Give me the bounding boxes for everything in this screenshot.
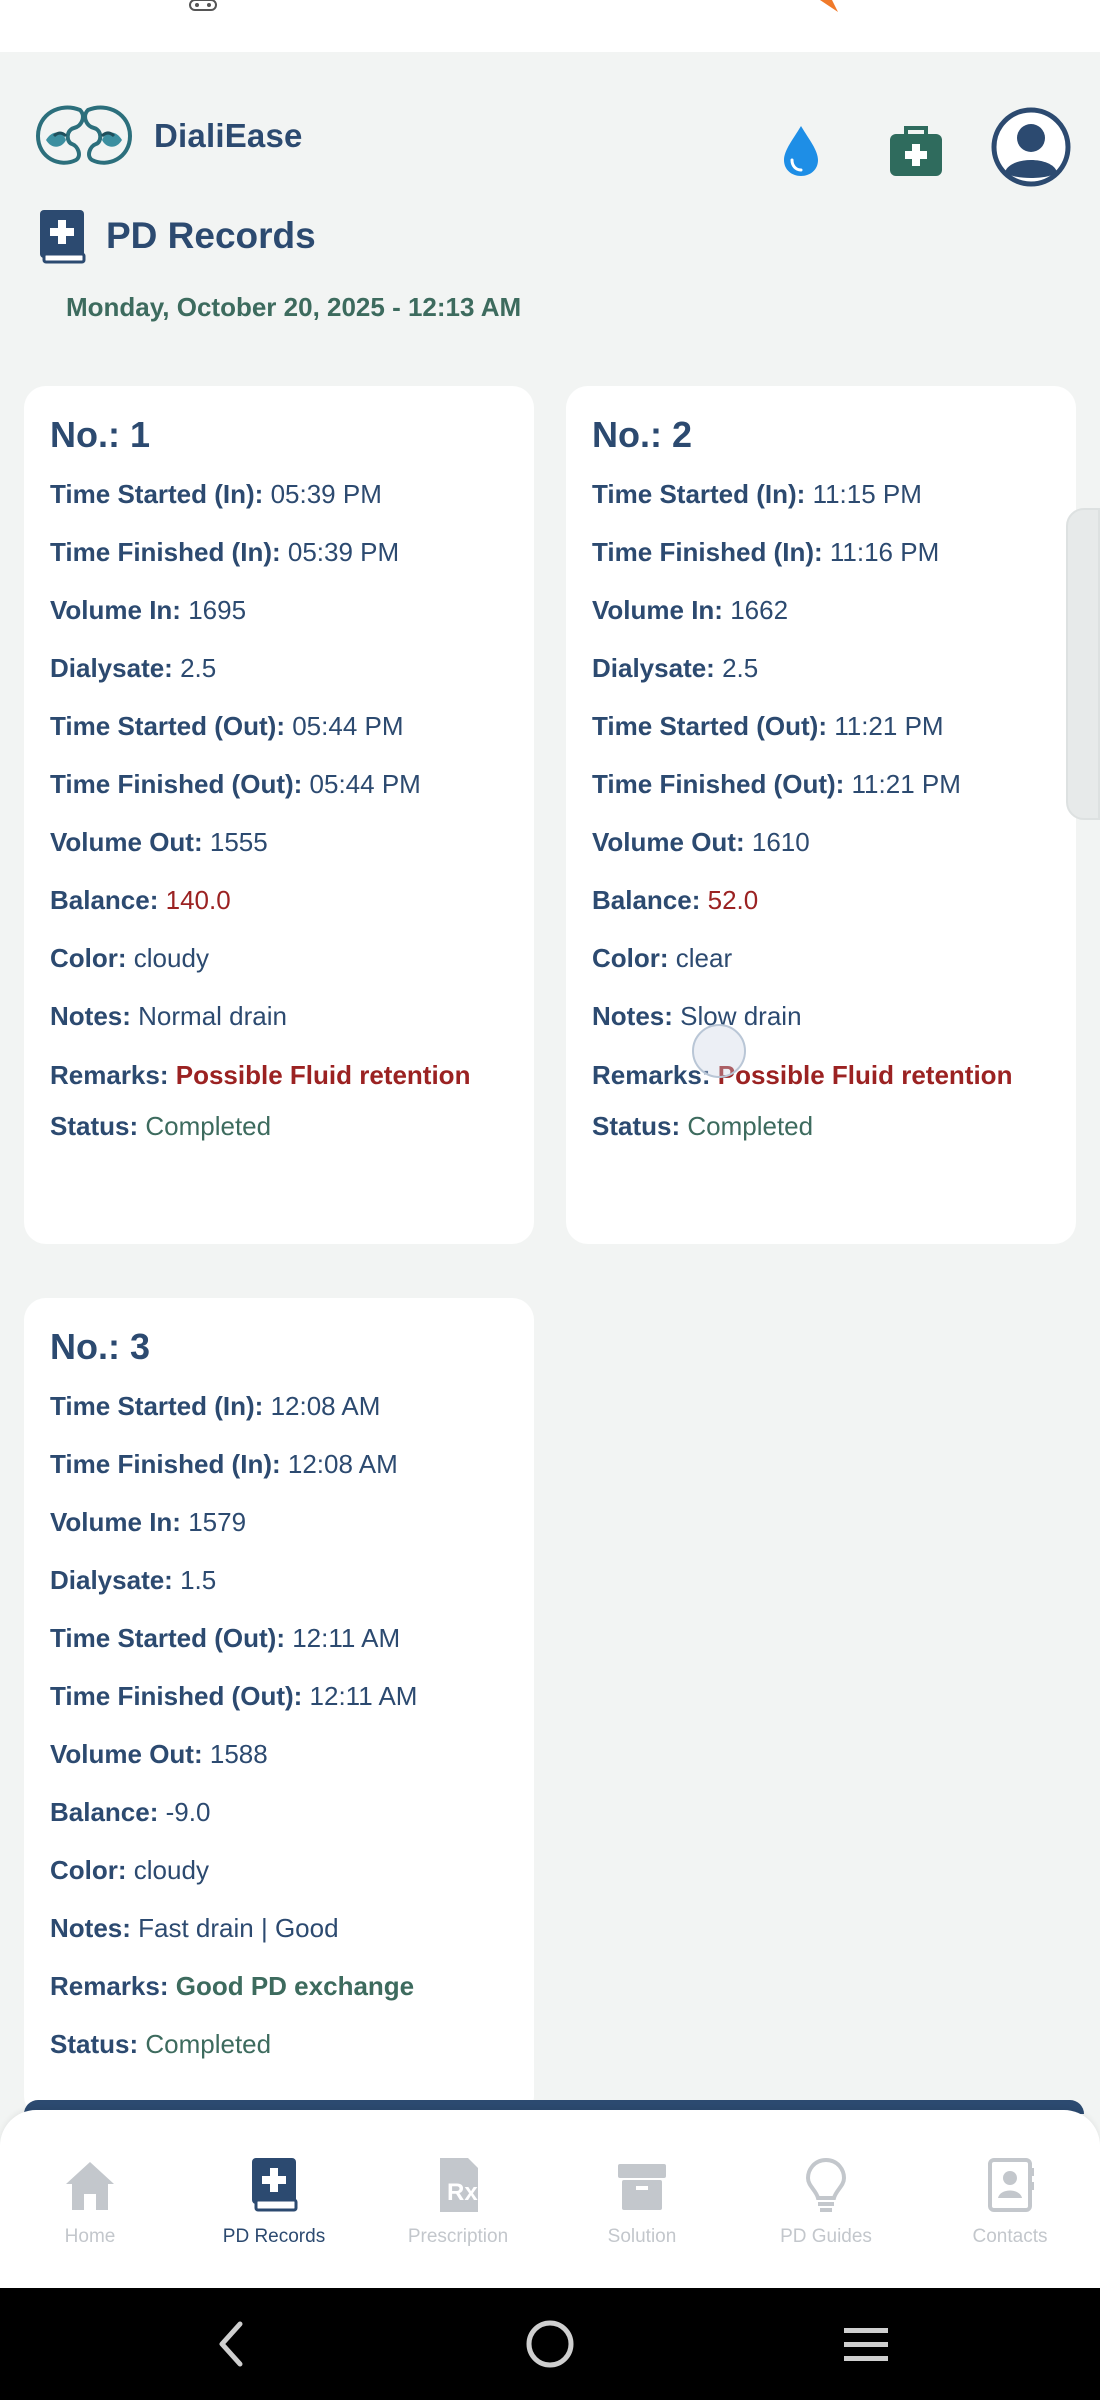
remarks-row: Remarks: Possible Fluid retention <box>592 1060 1013 1090</box>
system-nav-bar <box>0 2288 1100 2400</box>
color-row: Color: cloudy <box>50 943 209 973</box>
time-finished-out-row: Time Finished (Out): 11:21 PM <box>592 769 961 799</box>
record-number: No.: 3 <box>50 1326 151 1367</box>
status-row: Status: Completed <box>592 1111 814 1141</box>
status-bar <box>0 0 1100 52</box>
water-drop-icon[interactable] <box>780 124 822 178</box>
back-icon[interactable] <box>212 2318 252 2370</box>
nav-item-pd-guides[interactable]: PD Guides <box>746 2156 906 2248</box>
nav-item-solution[interactable]: Solution <box>562 2156 722 2248</box>
volume-in-row: Volume In: 1662 <box>592 595 789 625</box>
contacts-icon <box>988 2158 1034 2212</box>
status-row: Status: Completed <box>50 2029 272 2059</box>
home-icon <box>66 2162 114 2210</box>
status-row: Status: Completed <box>50 1111 272 1141</box>
medical-book-icon <box>40 210 86 264</box>
volume-out-row: Volume Out: 1588 <box>50 1739 268 1769</box>
pd-record-card[interactable]: No.: 2 Time Started (In): 11:15 PM Time … <box>566 386 1076 1244</box>
medical-kit-icon[interactable] <box>888 124 944 178</box>
pd-record-card[interactable]: No.: 1 Time Started (In): 05:39 PM Time … <box>24 386 534 1244</box>
app-brand: DialiEase <box>32 100 303 172</box>
balance-row: Balance: 140.0 <box>50 885 231 915</box>
color-row: Color: cloudy <box>50 1855 209 1885</box>
time-finished-out-row: Time Finished (Out): 12:11 AM <box>50 1681 418 1711</box>
gamepad-icon <box>189 0 217 11</box>
time-finished-in-row: Time Finished (In): 12:08 AM <box>50 1449 398 1479</box>
bottom-nav: Home PD Records Rx Prescription Solution <box>0 2110 1100 2288</box>
solution-box-icon <box>618 2164 666 2210</box>
home-circle-icon[interactable] <box>522 2318 578 2370</box>
kidney-logo-icon <box>35 105 133 165</box>
pd-record-card[interactable]: No.: 3 Time Started (In): 12:08 AM Time … <box>24 1298 534 2118</box>
dialysate-row: Dialysate: 2.5 <box>592 653 759 683</box>
color-row: Color: clear <box>592 943 733 973</box>
nav-item-home[interactable]: Home <box>10 2156 170 2248</box>
nav-item-prescription[interactable]: Rx Prescription <box>378 2156 538 2248</box>
time-started-out-row: Time Started (Out): 11:21 PM <box>592 711 944 741</box>
time-started-out-row: Time Started (Out): 05:44 PM <box>50 711 404 741</box>
menu-lines-icon[interactable] <box>840 2318 892 2370</box>
remarks-row: Remarks: Good PD exchange <box>50 1971 415 2001</box>
time-finished-in-row: Time Finished (In): 05:39 PM <box>50 537 400 567</box>
volume-in-row: Volume In: 1579 <box>50 1507 247 1537</box>
notes-row: Notes: Normal drain <box>50 1001 287 1031</box>
dialysate-row: Dialysate: 1.5 <box>50 1565 217 1595</box>
nav-item-pd-records[interactable]: PD Records <box>194 2156 354 2248</box>
balance-row: Balance: -9.0 <box>50 1797 211 1827</box>
balance-row: Balance: 52.0 <box>592 885 759 915</box>
time-started-in-row: Time Started (In): 11:15 PM <box>592 479 922 509</box>
pd-records-icon <box>252 2158 298 2212</box>
time-started-in-row: Time Started (In): 05:39 PM <box>50 479 382 509</box>
time-finished-out-row: Time Finished (Out): 05:44 PM <box>50 769 421 799</box>
remarks-row: Remarks: Possible Fluid retention <box>50 1060 471 1090</box>
record-number: No.: 2 <box>592 414 693 455</box>
prescription-icon: Rx <box>440 2158 478 2212</box>
app-name: DialiEase <box>154 117 303 154</box>
scrollbar-thumb[interactable] <box>1066 508 1100 820</box>
touch-ripple <box>692 1024 746 1078</box>
profile-avatar-icon[interactable] <box>990 106 1072 188</box>
notification-icon <box>820 0 838 12</box>
record-number: No.: 1 <box>50 414 151 455</box>
page-title: PD Records <box>38 208 316 264</box>
notes-row: Notes: Slow drain <box>592 1001 802 1031</box>
svg-text:Rx: Rx <box>447 2179 478 2206</box>
page-title-text: PD Records <box>106 215 316 256</box>
volume-out-row: Volume Out: 1555 <box>50 827 268 857</box>
time-started-out-row: Time Started (Out): 12:11 AM <box>50 1623 401 1653</box>
volume-out-row: Volume Out: 1610 <box>592 827 810 857</box>
volume-in-row: Volume In: 1695 <box>50 595 247 625</box>
lightbulb-icon <box>805 2157 847 2212</box>
time-started-in-row: Time Started (In): 12:08 AM <box>50 1391 381 1421</box>
time-finished-in-row: Time Finished (In): 11:16 PM <box>592 537 940 567</box>
dialysate-row: Dialysate: 2.5 <box>50 653 217 683</box>
current-datetime: Monday, October 20, 2025 - 12:13 AM <box>66 292 522 322</box>
notes-row: Notes: Fast drain | Good <box>50 1913 339 1943</box>
nav-item-contacts[interactable]: Contacts <box>930 2156 1090 2248</box>
